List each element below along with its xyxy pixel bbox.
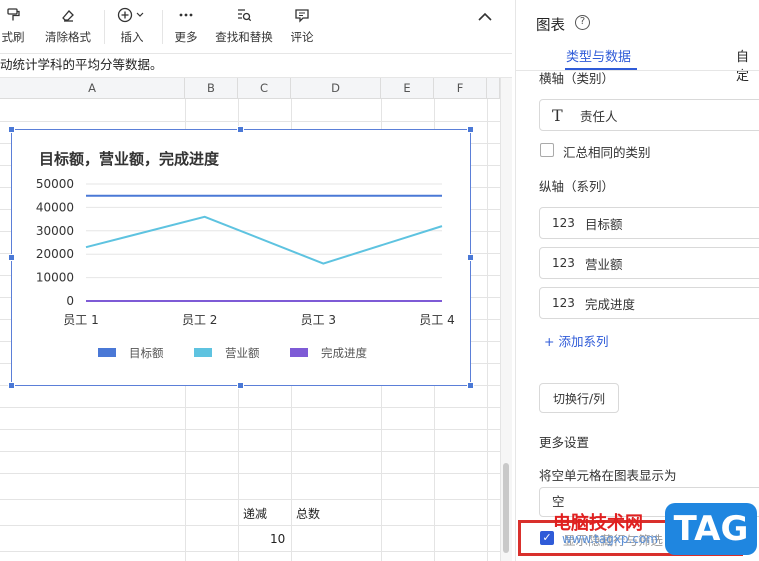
more-button[interactable]: 更多 (172, 4, 200, 50)
cell-c-header[interactable]: 递减 (243, 505, 267, 522)
add-series-link[interactable]: + 添加系列 (544, 331, 608, 350)
chart-settings-panel: 图表 ? 类型与数据 自定 横轴（类别） T 责任人 汇总相同的类别 纵轴（系列… (515, 0, 759, 561)
grid-line (487, 99, 488, 561)
watermark-url: www.tagxp.com (562, 532, 658, 546)
clear-format-label: 清除格式 (45, 30, 91, 44)
y-tick-label: 20000 (36, 247, 74, 261)
grid-line (0, 407, 500, 408)
grid-line (0, 551, 500, 552)
find-replace-button[interactable]: 查找和替换 (212, 4, 276, 50)
column-header-b[interactable]: B (185, 78, 238, 99)
chart-container[interactable]: 目标额，营业额，完成进度 50000 40000 30000 20000 10000 0 员… (11, 129, 471, 386)
y-tick-label: 0 (66, 294, 74, 308)
column-header-e[interactable]: E (381, 78, 434, 99)
series-line (85, 215, 443, 265)
panel-title: 图表 (536, 18, 565, 34)
watermark-tag-logo: TAG (665, 503, 757, 555)
line-chart: 50000 40000 30000 20000 10000 0 员工 1 员工 2 员工 3 员工… (36, 177, 455, 360)
resize-handle[interactable] (467, 126, 474, 133)
toolbar-divider (104, 10, 105, 44)
grid-line (0, 121, 500, 122)
clear-format-button[interactable]: 清除格式 (40, 4, 96, 50)
y-axis-field-label: 营业额 (585, 256, 623, 272)
grid-line (0, 429, 500, 430)
y-axis-field-progress[interactable]: 123 完成进度 (539, 287, 759, 319)
comment-icon (294, 4, 310, 26)
empty-cell-label: 将空单元格在图表显示为 (539, 468, 677, 483)
grid-line (0, 525, 500, 526)
insert-button[interactable]: 插入 (113, 4, 151, 50)
x-axis-field-label: 责任人 (580, 108, 618, 124)
grid-line (0, 451, 500, 452)
more-settings-heading: 更多设置 (539, 435, 590, 450)
comment-label: 评论 (290, 30, 314, 44)
resize-handle[interactable] (8, 126, 15, 133)
x-axis-label: 横轴（类别） (539, 71, 615, 86)
comment-button[interactable]: 评论 (288, 4, 316, 50)
more-label: 更多 (174, 30, 198, 44)
toolbar-divider (162, 10, 163, 44)
find-replace-icon (236, 4, 252, 26)
legend-label: 目标额 (129, 346, 164, 360)
format-painter-label: 式刷 (1, 30, 25, 44)
cell-d-header[interactable]: 总数 (296, 505, 320, 522)
y-axis-field-revenue[interactable]: 123 营业额 (539, 247, 759, 279)
legend-swatch (194, 348, 212, 357)
grid-line (0, 499, 500, 500)
number-type-icon: 123 (552, 216, 575, 230)
x-axis-field[interactable]: T 责任人 (539, 99, 759, 131)
format-painter-button[interactable]: 式刷 (0, 4, 30, 50)
help-icon[interactable]: ? (575, 15, 590, 30)
column-header-f[interactable]: F (434, 78, 487, 99)
resize-handle[interactable] (237, 126, 244, 133)
y-tick-label: 50000 (36, 177, 74, 191)
scrollbar-thumb[interactable] (503, 463, 509, 553)
grid-line (0, 473, 500, 474)
y-tick-label: 10000 (36, 271, 74, 285)
column-header-g[interactable] (487, 78, 500, 99)
collapse-toolbar-button[interactable] (476, 8, 494, 26)
tab-custom[interactable]: 自定 (736, 46, 759, 84)
resize-handle[interactable] (467, 382, 474, 389)
number-type-icon: 123 (552, 256, 575, 270)
x-tick-label: 员工 2 (182, 313, 217, 327)
chevron-up-icon (478, 12, 492, 21)
find-replace-label: 查找和替换 (215, 30, 273, 44)
x-tick-label: 员工 3 (301, 313, 336, 327)
column-header-c[interactable]: C (238, 78, 291, 99)
y-axis-label: 纵轴（系列） (539, 179, 615, 194)
y-axis-field-target[interactable]: 123 目标额 (539, 207, 759, 239)
insert-label: 插入 (120, 30, 144, 44)
aggregate-label: 汇总相同的类别 (563, 145, 651, 160)
y-tick-label: 30000 (36, 224, 74, 238)
resize-handle[interactable] (8, 382, 15, 389)
y-axis-field-label: 目标额 (585, 216, 623, 232)
resize-handle[interactable] (8, 254, 15, 261)
x-tick-label: 员工 4 (419, 313, 454, 327)
switch-row-column-button[interactable]: 切换行/列 (539, 383, 619, 413)
legend-swatch (290, 348, 308, 357)
aggregate-checkbox[interactable] (540, 143, 554, 157)
y-tick-label: 40000 (36, 200, 74, 214)
text-type-icon: T (552, 105, 563, 125)
legend-swatch (98, 348, 116, 357)
legend-label: 营业额 (225, 346, 260, 360)
number-type-icon: 123 (552, 296, 575, 310)
plus-circle-icon (117, 4, 147, 26)
tab-type-data[interactable]: 类型与数据 (566, 46, 631, 65)
legend-label: 完成进度 (321, 346, 367, 360)
toolbar: 式刷 清除格式 插入 更多 查找和替换 评论 (0, 0, 512, 54)
column-header-d[interactable]: D (291, 78, 381, 99)
resize-handle[interactable] (467, 254, 474, 261)
y-axis-field-label: 完成进度 (585, 296, 636, 312)
x-tick-label: 员工 1 (63, 313, 98, 327)
more-dots-icon (178, 4, 194, 26)
format-painter-icon (5, 4, 21, 26)
resize-handle[interactable] (237, 382, 244, 389)
cell-c-value[interactable]: 10 (270, 532, 285, 546)
formula-bar[interactable]: 动统计学科的平均分等数据。 (0, 54, 512, 78)
eraser-icon (60, 4, 76, 26)
column-header-a[interactable]: A (0, 78, 185, 99)
